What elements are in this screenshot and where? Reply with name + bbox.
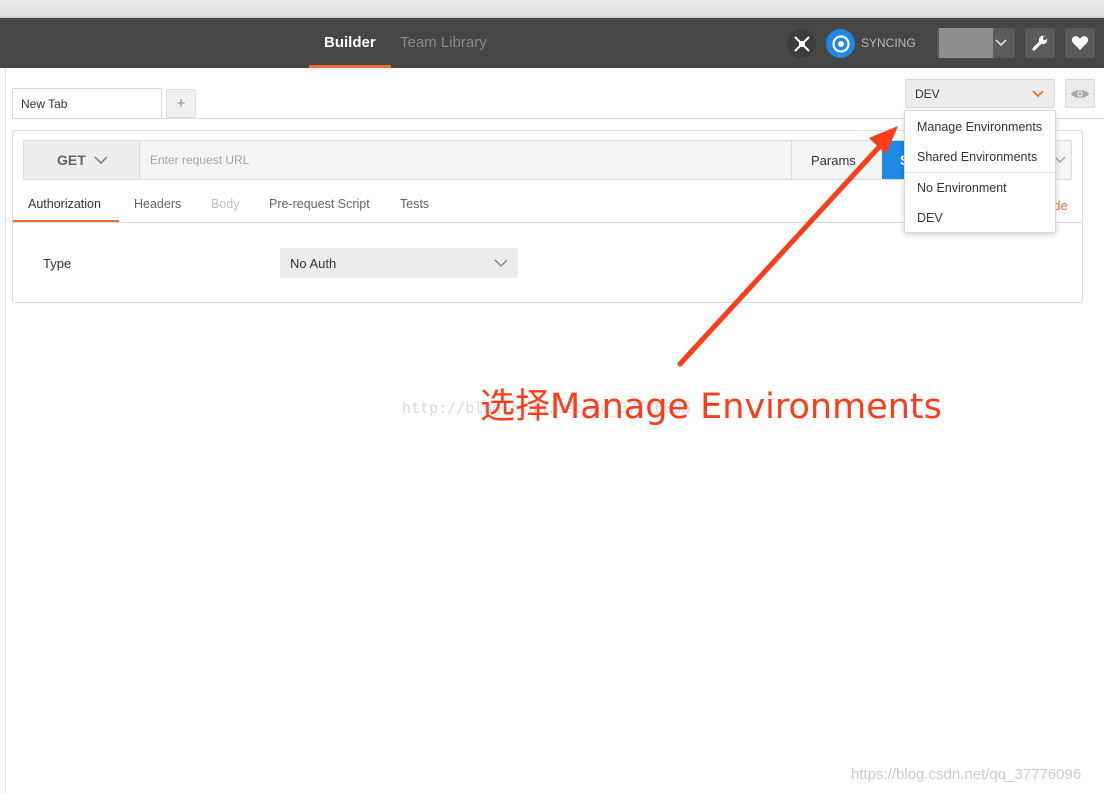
menu-item-shared-environments[interactable]: Shared Environments — [917, 150, 1037, 164]
url-input[interactable] — [141, 141, 791, 179]
tab-team-library[interactable]: Team Library — [400, 18, 487, 68]
sync-icon — [831, 34, 850, 53]
eye-icon — [1071, 89, 1089, 98]
window-title-bar — [0, 0, 1104, 18]
subtab-tests[interactable]: Tests — [400, 197, 429, 211]
user-menu-button[interactable] — [937, 28, 1015, 58]
menu-item-dev[interactable]: DEV — [917, 211, 943, 225]
avatar — [939, 28, 993, 58]
environment-select-value: DEV — [915, 87, 940, 101]
environment-quick-look-button[interactable] — [1065, 79, 1095, 108]
top-header: Builder Team Library SYNCING — [0, 18, 1104, 68]
auth-type-select[interactable]: No Auth — [280, 248, 518, 278]
active-subtab-indicator — [13, 220, 119, 222]
interceptor-button[interactable] — [787, 29, 816, 58]
auth-type-value: No Auth — [290, 256, 337, 271]
heart-icon — [1071, 36, 1089, 50]
satellite-icon — [793, 35, 810, 52]
tab-builder[interactable]: Builder — [309, 18, 391, 68]
menu-divider — [905, 172, 1055, 173]
environment-dropdown-menu: Manage Environments Shared Environments … — [904, 110, 1056, 233]
subtab-pre-request-script[interactable]: Pre-request Script — [269, 197, 370, 211]
request-tab-label: New Tab — [21, 97, 68, 111]
support-button[interactable] — [1065, 28, 1095, 58]
subtab-body[interactable]: Body — [211, 197, 240, 211]
params-button-label: Params — [811, 153, 856, 168]
menu-item-manage-environments[interactable]: Manage Environments — [917, 120, 1042, 134]
auth-type-label: Type — [43, 256, 72, 271]
request-tab[interactable]: New Tab — [12, 88, 162, 119]
add-tab-button[interactable]: + — [166, 89, 196, 118]
app-window: Builder Team Library SYNCING New Tab + D… — [0, 0, 1104, 794]
sync-status-text: SYNCING — [861, 36, 916, 50]
wrench-icon — [1032, 35, 1048, 51]
sidebar-edge — [5, 68, 6, 794]
subtab-authorization[interactable]: Authorization — [28, 197, 101, 211]
params-button[interactable]: Params — [791, 141, 882, 179]
chevron-down-icon — [995, 39, 1007, 47]
settings-button[interactable] — [1025, 28, 1055, 58]
environment-select[interactable]: DEV — [905, 79, 1055, 108]
sync-status-button[interactable] — [826, 29, 855, 58]
method-value: GET — [57, 152, 86, 168]
subtab-headers[interactable]: Headers — [134, 197, 181, 211]
menu-item-no-environment[interactable]: No Environment — [917, 181, 1007, 195]
chevron-down-icon — [1032, 90, 1044, 98]
method-select[interactable]: GET — [24, 141, 140, 179]
watermark-corner: https://blog.csdn.net/qq_37776096 — [851, 766, 1082, 783]
chevron-down-icon — [94, 156, 108, 165]
annotation-text: 选择Manage Environments — [480, 387, 942, 427]
chevron-down-icon — [494, 259, 508, 268]
